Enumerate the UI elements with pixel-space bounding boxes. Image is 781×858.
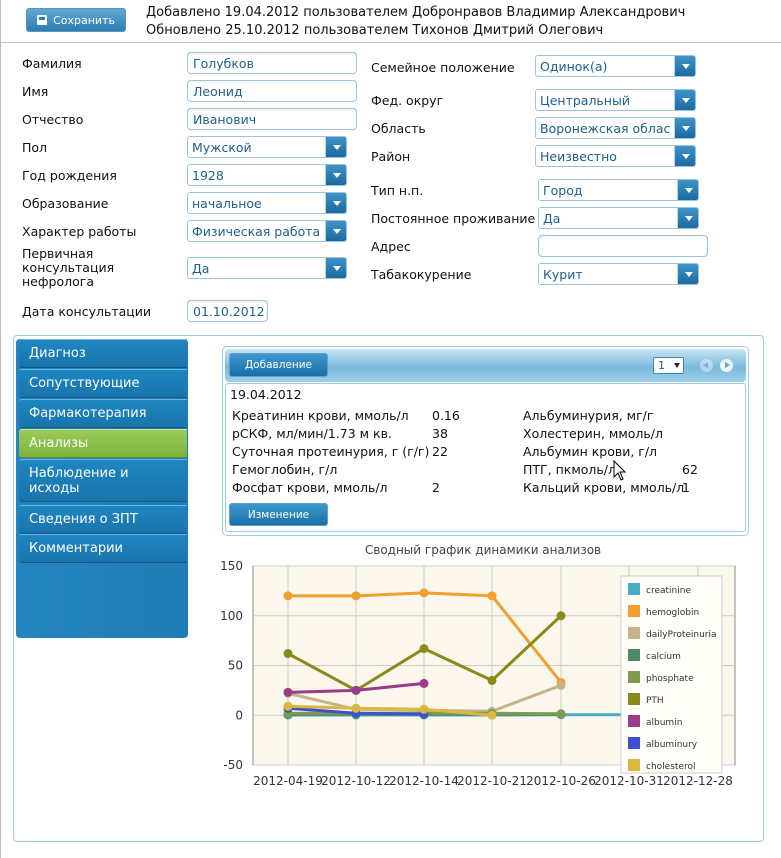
district-select[interactable]: Неизвестно	[535, 145, 696, 167]
permanent-value: Да	[543, 211, 561, 226]
analysis-name: Суточная протеинурия, г (г/г)	[232, 444, 430, 459]
marital-select[interactable]: Одинок(а)	[535, 55, 696, 77]
chevron-down-icon[interactable]	[325, 137, 346, 157]
page-select[interactable]: 1	[653, 357, 684, 374]
region-select[interactable]: Воронежская облас	[535, 117, 696, 139]
settlement-type-label: Тип н.п.	[371, 183, 424, 198]
primary-consult-select[interactable]: Да	[187, 257, 347, 279]
page-root: Сохранить Добавлено 19.04.2012 пользоват…	[0, 0, 781, 858]
region-label: Область	[371, 121, 426, 136]
district-label: Район	[371, 149, 411, 164]
chevron-down-icon[interactable]	[674, 146, 695, 166]
settlement-type-select[interactable]: Город	[538, 179, 699, 201]
address-field[interactable]	[538, 235, 708, 257]
analysis-value: 62	[682, 462, 698, 477]
sidebar-item-analyses[interactable]: Анализы	[19, 429, 187, 458]
sidebar-item-pharmacotherapy[interactable]: Фармакотерапия	[19, 399, 187, 428]
added-info: Добавлено 19.04.2012 пользователем Добро…	[146, 5, 686, 20]
sidebar-item-observation[interactable]: Наблюдение и исходы	[19, 459, 187, 502]
patronymic-field[interactable]: Иванович	[187, 108, 357, 130]
chevron-down-icon[interactable]	[325, 165, 346, 185]
permanent-select[interactable]: Да	[538, 207, 699, 229]
sidebar-item-comorbidities[interactable]: Сопутствующие	[19, 369, 187, 398]
primary-consult-label: Первичная консультация нефролога	[22, 246, 115, 289]
save-button-label: Сохранить	[53, 13, 115, 27]
mouse-cursor-icon	[613, 460, 627, 481]
chevron-down-icon[interactable]	[674, 118, 695, 138]
next-page-icon[interactable]	[720, 359, 733, 372]
chevron-down-icon[interactable]	[677, 180, 698, 200]
prev-page-icon[interactable]	[700, 359, 713, 372]
work-select[interactable]: Физическая работа	[187, 220, 347, 242]
sidebar-item-comments[interactable]: Комментарии	[19, 534, 187, 563]
fed-district-value: Центральный	[540, 93, 630, 108]
analysis-name: Кальций крови, ммоль/л	[523, 480, 685, 495]
analysis-value: 1	[682, 480, 690, 495]
birth-year-select[interactable]: 1928	[187, 164, 347, 186]
settlement-type-value: Город	[543, 183, 583, 198]
analysis-name: Фосфат крови, ммоль/л	[232, 480, 388, 495]
surname-label: Фамилия	[22, 56, 82, 71]
patronymic-label: Отчество	[22, 112, 84, 127]
analysis-name: Гемоглобин, г/л	[232, 462, 338, 477]
surname-field[interactable]: Голубков	[187, 52, 357, 74]
updated-info: Обновлено 25.10.2012 пользователем Тихон…	[146, 23, 604, 38]
analysis-name: ПТГ, пкмоль/л	[523, 462, 616, 477]
chevron-down-icon[interactable]	[674, 90, 695, 110]
smoking-value: Курит	[543, 267, 583, 282]
analysis-name: рСКФ, мл/мин/1.73 м кв.	[232, 426, 392, 441]
add-analysis-button[interactable]: Добавление	[229, 353, 328, 377]
analysis-date: 19.04.2012	[230, 387, 302, 402]
analysis-value: 22	[432, 444, 448, 459]
analysis-name: Альбуминурия, мг/г	[523, 408, 654, 423]
floppy-disk-icon	[37, 15, 48, 25]
district-value: Неизвестно	[540, 149, 617, 164]
chevron-down-icon[interactable]	[677, 264, 698, 284]
save-button[interactable]: Сохранить	[26, 8, 126, 32]
primary-consult-value: Да	[192, 261, 210, 276]
consult-date-field[interactable]: 01.10.2012	[187, 300, 268, 322]
sidebar-item-rrt[interactable]: Сведения о ЗПТ	[19, 505, 187, 534]
fed-district-label: Фед. округ	[371, 93, 444, 108]
sidebar-item-diagnosis[interactable]: Диагноз	[19, 339, 187, 368]
chevron-down-icon[interactable]	[674, 56, 695, 76]
analysis-value: 0.16	[432, 408, 460, 423]
name-field[interactable]: Леонид	[187, 80, 357, 102]
name-label: Имя	[22, 84, 49, 99]
analysis-value: 38	[432, 426, 448, 441]
region-value: Воронежская облас	[540, 121, 671, 136]
chevron-down-icon[interactable]	[325, 193, 346, 213]
education-select[interactable]: начальное	[187, 192, 347, 214]
smoking-label: Табакокурение	[371, 267, 472, 282]
sex-select[interactable]: Мужской	[187, 136, 347, 158]
birth-year-label: Год рождения	[22, 168, 117, 183]
fed-district-select[interactable]: Центральный	[535, 89, 696, 111]
education-value: начальное	[192, 196, 262, 211]
header-divider	[1, 42, 781, 43]
marital-label: Семейное положение	[371, 60, 515, 75]
marital-value: Одинок(а)	[540, 59, 608, 74]
edit-analysis-button[interactable]: Изменение	[229, 503, 328, 526]
work-value: Физическая работа	[192, 224, 321, 239]
analysis-name: Холестерин, ммоль/л	[523, 426, 663, 441]
address-label: Адрес	[371, 239, 411, 254]
analysis-name: Альбумин крови, г/л	[523, 444, 658, 459]
analysis-value: 2	[432, 480, 440, 495]
permanent-label: Постоянное проживание	[371, 211, 536, 226]
education-label: Образование	[22, 196, 109, 211]
smoking-select[interactable]: Курит	[538, 263, 699, 285]
consult-date-label: Дата консультации	[22, 304, 152, 319]
sidebar: Диагноз Сопутствующие Фармакотерапия Ана…	[16, 339, 188, 638]
sex-value: Мужской	[192, 140, 252, 155]
chevron-down-icon[interactable]	[325, 221, 346, 241]
analysis-name: Креатинин крови, ммоль/л	[232, 408, 409, 423]
sex-label: Пол	[22, 140, 48, 155]
birth-year-value: 1928	[192, 168, 224, 183]
work-label: Характер работы	[22, 224, 137, 239]
chevron-down-icon[interactable]	[325, 258, 346, 278]
chevron-down-icon[interactable]	[677, 208, 698, 228]
